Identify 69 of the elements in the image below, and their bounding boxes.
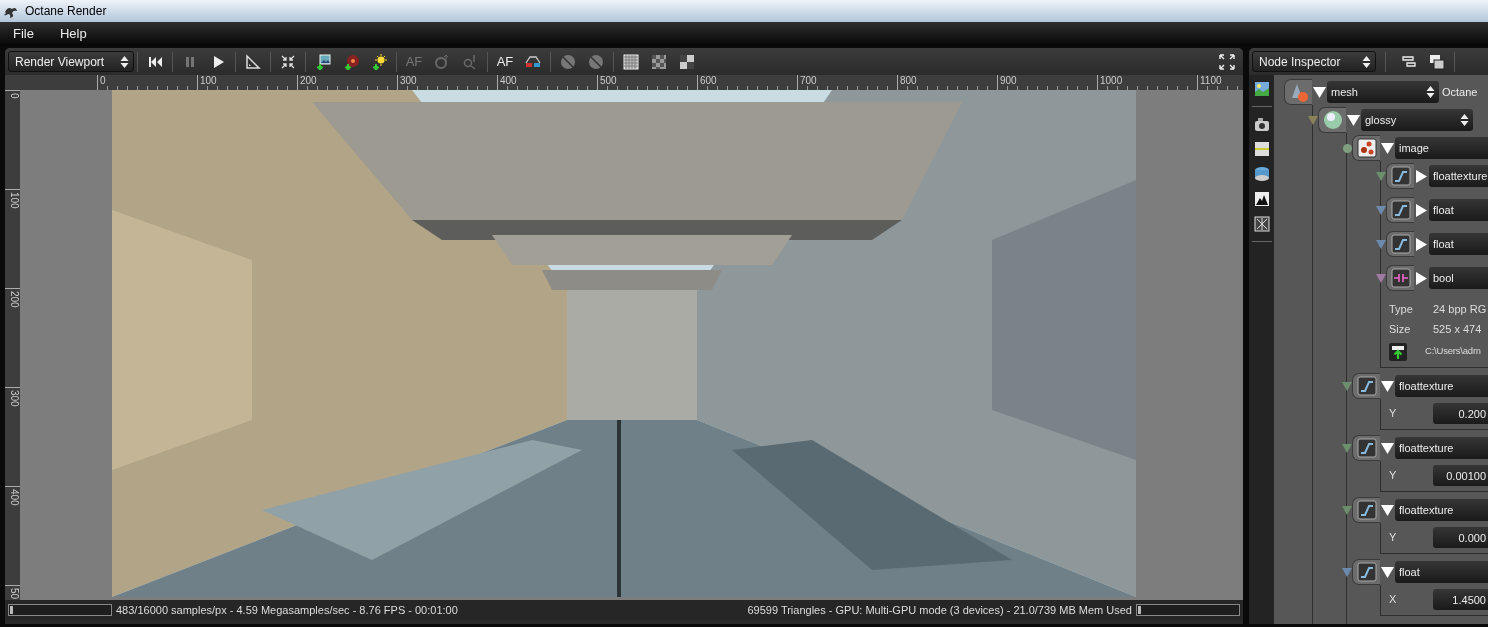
load-file-icon[interactable] (1389, 342, 1407, 361)
switch-icon[interactable] (1390, 268, 1411, 288)
windows-icon[interactable] (1429, 53, 1445, 70)
property-value: 525 x 474 (1433, 321, 1482, 337)
tree-lines-icon[interactable] (1401, 53, 1417, 70)
curve-icon[interactable] (1356, 562, 1377, 582)
curve-icon[interactable] (1390, 166, 1411, 186)
property-label: Type (1389, 301, 1414, 317)
value-field[interactable]: 0.00100 (1433, 465, 1488, 486)
disc-import-icon (343, 53, 359, 70)
mountain-icon[interactable] (1253, 191, 1270, 207)
landscape-icon[interactable] (1253, 81, 1270, 97)
up-down-arrows-icon (1362, 54, 1371, 69)
focus-icon (434, 53, 450, 70)
status-text: 69599 Triangles - GPU: Multi-GPU mode (3 devices) - 21.0/739 MB Mem Used (747, 602, 1132, 618)
shrink-arrows-icon (280, 53, 296, 70)
database-icon[interactable] (1253, 166, 1270, 182)
value-field[interactable]: 1.4500 (1433, 589, 1488, 610)
sphere-icon (560, 53, 576, 70)
curve-icon[interactable] (1390, 200, 1411, 220)
file-path: C:\Users\adm (1424, 344, 1481, 359)
curve-icon[interactable] (1356, 376, 1377, 396)
node-type-dropdown[interactable]: floattexture (1395, 499, 1488, 521)
checker-icon (623, 53, 639, 70)
up-down-arrows-icon (120, 54, 129, 69)
curve-icon[interactable] (1356, 500, 1377, 520)
up-down-arrows-icon (1426, 85, 1435, 99)
menu-item[interactable]: File (0, 24, 47, 44)
checker-icon (651, 53, 667, 70)
film-strip-icon[interactable] (1253, 141, 1270, 157)
picker-icon (462, 53, 478, 70)
autofocus-button[interactable]: AF (491, 50, 519, 73)
node-type-dropdown[interactable]: glossy (1361, 109, 1473, 131)
node-type-dropdown[interactable]: bool (1429, 267, 1488, 289)
up-down-arrows-icon (1460, 113, 1469, 127)
view-mode-dropdown[interactable]: Render Viewport (8, 51, 134, 72)
3d-glasses-icon (525, 53, 541, 70)
mosaic-icon[interactable] (1253, 216, 1270, 232)
property-label: Y (1389, 468, 1398, 484)
sphere-icon[interactable] (1322, 110, 1343, 130)
node-type-dropdown[interactable]: image (1395, 137, 1488, 159)
property-label: Y (1389, 530, 1398, 546)
property-label: Size (1389, 321, 1412, 337)
sun-import-icon (371, 53, 387, 70)
property-label: X (1389, 592, 1398, 608)
node-type-dropdown[interactable]: float (1429, 199, 1488, 221)
curve-icon[interactable] (1390, 234, 1411, 254)
status-text: 483/16000 samples/px - 4.59 Megasamples/sec - 8.76 FPS - 00:01:00 (116, 602, 458, 618)
node-type-dropdown[interactable]: mesh (1327, 81, 1439, 103)
property-value: 24 bpp RG (1433, 301, 1487, 317)
node-type-dropdown[interactable]: floattexture (1395, 375, 1488, 397)
node-type-dropdown[interactable]: floattexture (1429, 165, 1488, 187)
node-type-dropdown[interactable]: float (1429, 233, 1488, 255)
value-field[interactable]: 0.200 (1433, 403, 1488, 424)
value-field[interactable]: 0.000 (1433, 527, 1488, 548)
property-label: Y (1389, 406, 1398, 422)
curve-icon[interactable] (1356, 438, 1377, 458)
node-type-dropdown[interactable]: floattexture (1395, 437, 1488, 459)
image-import-icon (315, 53, 331, 70)
menu-item[interactable]: Help (46, 24, 100, 44)
image-swatch-icon[interactable] (1356, 138, 1377, 158)
camera-icon[interactable] (1253, 116, 1270, 132)
fullscreen-icon[interactable] (1219, 53, 1235, 70)
node-type-dropdown[interactable]: float (1395, 561, 1488, 583)
inspector-dropdown[interactable]: Node Inspector (1252, 51, 1376, 72)
sphere-icon (588, 53, 604, 70)
window-title: Octane Render (25, 3, 107, 20)
node-label: Octane (1441, 84, 1478, 100)
checker-icon (679, 53, 695, 70)
